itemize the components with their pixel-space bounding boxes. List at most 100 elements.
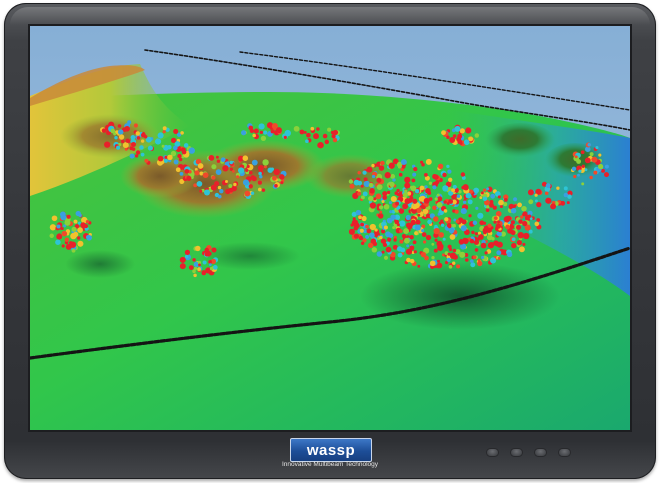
fish-target-dot: [433, 248, 438, 253]
fish-target-dot: [64, 219, 71, 226]
fish-target-dot: [359, 228, 364, 233]
fish-target-dot: [49, 224, 57, 231]
fish-target-dot: [202, 260, 207, 265]
fish-target-dot: [376, 184, 383, 190]
fish-target-dot: [398, 208, 405, 214]
fish-target-dot: [406, 257, 411, 263]
fish-target-dot: [443, 209, 448, 213]
fish-target-dot: [353, 179, 360, 186]
bezel-button-2[interactable]: [511, 449, 522, 456]
fish-target-dot: [303, 130, 307, 134]
fish-target-dot: [104, 141, 111, 148]
fish-target-dot: [402, 203, 409, 210]
fish-target-dot: [252, 133, 256, 138]
fish-target-dot: [534, 221, 540, 227]
fish-target-dot: [194, 170, 200, 176]
fish-target-dot: [511, 237, 516, 242]
fish-target-dot: [459, 251, 466, 258]
brand-logo-text: wassp: [306, 441, 356, 459]
fish-target-dot: [186, 175, 192, 181]
fish-target-dot: [462, 200, 467, 204]
fish-target-dot: [55, 239, 61, 245]
fish-target-dot: [180, 147, 186, 153]
fish-target-dot: [64, 237, 69, 242]
fish-target-dot: [581, 182, 585, 186]
fish-target-dot: [465, 258, 469, 262]
fish-target-dot: [259, 175, 263, 179]
fish-target-dot: [183, 143, 189, 148]
fish-target-dot: [452, 261, 456, 265]
fish-target-dot: [474, 133, 480, 138]
fish-target-dot: [434, 238, 438, 242]
fish-target-dot: [516, 224, 521, 230]
fish-target-dot: [124, 147, 128, 151]
fish-target-dot: [66, 214, 71, 219]
fish-target-dot: [396, 246, 403, 252]
fish-target-dot: [534, 199, 538, 203]
fish-target-dot: [299, 129, 305, 135]
fish-target-dot: [355, 209, 362, 216]
fish-target-dot: [490, 193, 496, 199]
fish-target-dot: [435, 179, 440, 185]
fish-target-dot: [387, 237, 392, 242]
fish-target-dot: [528, 199, 534, 205]
fish-target-dot: [199, 189, 203, 193]
fish-target-dot: [480, 242, 487, 249]
fish-target-dot: [233, 182, 237, 187]
fish-target-dot: [263, 165, 267, 169]
fish-target-dot: [457, 139, 463, 145]
fish-target-dot: [454, 209, 459, 214]
fish-target-dot: [257, 187, 262, 192]
fish-target-dot: [140, 152, 145, 157]
fish-target-dot: [49, 233, 54, 239]
fish-target-dot: [577, 173, 580, 177]
fish-target-dot: [327, 127, 332, 132]
fish-target-dot: [197, 267, 201, 272]
fish-target-dot: [260, 135, 267, 142]
fish-target-dot: [413, 166, 418, 172]
fish-target-dot: [51, 215, 58, 222]
fish-target-dot: [469, 238, 475, 244]
fish-target-dot: [215, 169, 222, 175]
fish-target-dot: [443, 200, 447, 204]
fish-target-dot: [362, 170, 367, 175]
bezel-button-4[interactable]: [559, 449, 570, 456]
fish-target-dot: [133, 123, 138, 128]
fish-target-dot: [556, 186, 560, 190]
fish-target-dot: [363, 177, 368, 182]
bezel-button-1[interactable]: [487, 449, 498, 456]
fish-target-dot: [353, 225, 359, 231]
fish-target-dot: [593, 170, 598, 175]
fish-target-dot: [369, 232, 375, 238]
fish-target-dot: [259, 130, 264, 135]
fish-target-dot: [280, 181, 284, 185]
fish-target-dot: [447, 252, 451, 256]
bezel-button-3[interactable]: [535, 449, 546, 456]
fish-target-dot: [465, 127, 472, 134]
fish-target-dot: [60, 214, 67, 221]
fish-target-dot: [251, 176, 257, 182]
fish-target-dot: [419, 185, 425, 191]
fish-target-dot: [77, 240, 84, 247]
fish-target-dot: [414, 231, 418, 236]
fish-target-dot: [425, 188, 431, 194]
fish-target-dot: [451, 188, 456, 193]
fish-target-dot: [513, 197, 518, 202]
fish-target-dot: [249, 170, 253, 175]
fish-target-dot: [425, 158, 432, 165]
fish-target-dot: [510, 207, 517, 214]
fish-target-dot: [228, 184, 233, 188]
fish-target-dot: [305, 139, 309, 144]
fish-target-dot: [393, 238, 397, 242]
fish-target-dot: [399, 239, 404, 244]
fish-target-dot: [418, 196, 424, 202]
fish-target-dot: [368, 195, 374, 202]
fish-target-dot: [316, 127, 320, 131]
fish-target-dot: [446, 135, 450, 140]
fish-target-dot: [376, 251, 383, 257]
fish-target-dot: [114, 135, 118, 140]
fish-target-dot: [131, 142, 136, 147]
fish-target-dot: [122, 142, 129, 149]
fish-target-dot: [369, 187, 375, 194]
fish-target-dot: [589, 152, 594, 157]
